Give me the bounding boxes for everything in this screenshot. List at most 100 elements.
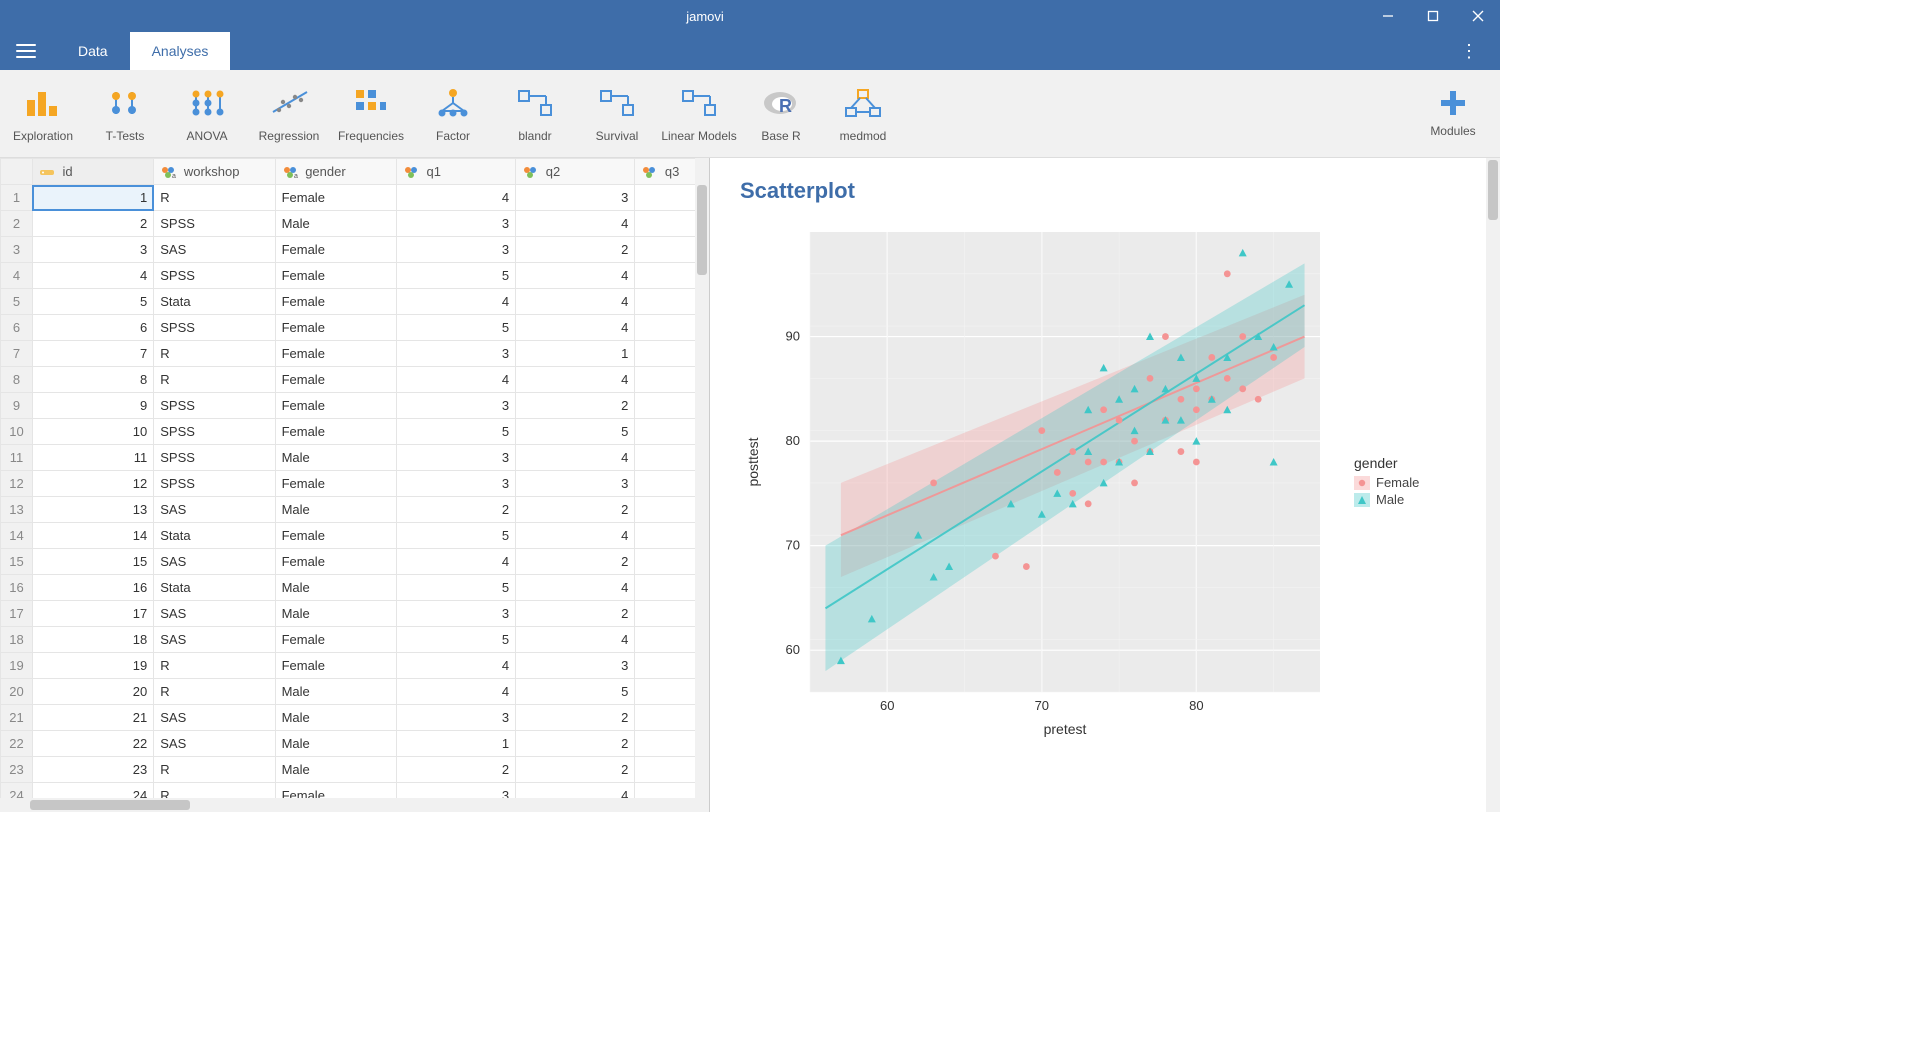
cell[interactable]: 4 [516,211,635,237]
cell[interactable]: Male [275,497,396,523]
cell[interactable]: 5 [516,679,635,705]
cell[interactable]: Male [275,679,396,705]
cell[interactable]: SAS [154,731,275,757]
row-number[interactable]: 6 [1,315,33,341]
table-row[interactable]: 22SPSSMale34 [1,211,710,237]
cell[interactable]: 19 [32,653,153,679]
cell[interactable]: 3 [396,211,515,237]
cell[interactable]: 3 [396,601,515,627]
cell[interactable]: 4 [32,263,153,289]
ribbon-blandr[interactable]: blandr [494,74,576,154]
row-number[interactable]: 10 [1,419,33,445]
cell[interactable]: Male [275,601,396,627]
row-number[interactable]: 2 [1,211,33,237]
cell[interactable]: 4 [516,783,635,799]
cell[interactable]: R [154,653,275,679]
cell[interactable]: 2 [516,549,635,575]
data-vertical-scrollbar[interactable] [695,158,709,812]
cell[interactable]: Female [275,549,396,575]
cell[interactable]: R [154,367,275,393]
cell[interactable]: 2 [396,497,515,523]
cell[interactable]: 3 [396,471,515,497]
cell[interactable]: Female [275,471,396,497]
cell[interactable]: 2 [516,757,635,783]
cell[interactable]: 4 [516,367,635,393]
window-maximize-button[interactable] [1410,0,1455,32]
cell[interactable]: 4 [516,315,635,341]
ribbon-base-r[interactable]: R Base R [740,74,822,154]
cell[interactable]: SPSS [154,211,275,237]
modules-button[interactable]: Modules [1418,74,1488,154]
table-row[interactable]: 44SPSSFemale54 [1,263,710,289]
table-row[interactable]: 33SASFemale32 [1,237,710,263]
ribbon-exploration[interactable]: Exploration [2,74,84,154]
cell[interactable]: 2 [516,705,635,731]
cell[interactable]: 2 [516,731,635,757]
cell[interactable]: 4 [516,523,635,549]
cell[interactable]: R [154,185,275,211]
row-number[interactable]: 12 [1,471,33,497]
row-number[interactable]: 18 [1,627,33,653]
data-horizontal-scrollbar[interactable] [0,798,709,812]
cell[interactable]: 4 [516,575,635,601]
cell[interactable]: 2 [516,497,635,523]
cell[interactable]: Female [275,185,396,211]
cell[interactable]: 3 [516,653,635,679]
table-row[interactable]: 1616StataMale54 [1,575,710,601]
cell[interactable]: 24 [32,783,153,799]
cell[interactable]: 4 [516,263,635,289]
cell[interactable]: Female [275,341,396,367]
row-number[interactable]: 20 [1,679,33,705]
cell[interactable]: 3 [32,237,153,263]
cell[interactable]: 15 [32,549,153,575]
cell[interactable]: SAS [154,627,275,653]
ribbon-factor[interactable]: Factor [412,74,494,154]
cell[interactable]: 4 [516,627,635,653]
table-row[interactable]: 99SPSSFemale32 [1,393,710,419]
ribbon-linear-models[interactable]: Linear Models [658,74,740,154]
cell[interactable]: 22 [32,731,153,757]
cell[interactable]: 12 [32,471,153,497]
cell[interactable]: Male [275,211,396,237]
cell[interactable]: 4 [396,289,515,315]
table-row[interactable]: 1515SASFemale42 [1,549,710,575]
cell[interactable]: SPSS [154,315,275,341]
table-row[interactable]: 1717SASMale32 [1,601,710,627]
cell[interactable]: Male [275,705,396,731]
column-header-q2[interactable]: q2 [516,159,635,185]
cell[interactable]: Male [275,445,396,471]
cell[interactable]: 3 [516,185,635,211]
table-row[interactable]: 11RFemale43 [1,185,710,211]
cell[interactable]: 10 [32,419,153,445]
ribbon-anova[interactable]: ANOVA [166,74,248,154]
cell[interactable]: 4 [396,367,515,393]
cell[interactable]: Male [275,757,396,783]
cell[interactable]: 4 [516,289,635,315]
table-row[interactable]: 2121SASMale32 [1,705,710,731]
cell[interactable]: 5 [396,419,515,445]
table-row[interactable]: 1919RFemale43 [1,653,710,679]
cell[interactable]: Female [275,393,396,419]
cell[interactable]: Female [275,289,396,315]
scatterplot[interactable]: 60708060708090pretestposttest [740,222,1340,742]
cell[interactable]: 7 [32,341,153,367]
cell[interactable]: 2 [396,757,515,783]
cell[interactable]: R [154,783,275,799]
cell[interactable]: Stata [154,289,275,315]
ribbon-survival[interactable]: Survival [576,74,658,154]
row-number[interactable]: 8 [1,367,33,393]
row-number[interactable]: 13 [1,497,33,523]
cell[interactable]: 2 [516,393,635,419]
cell[interactable]: 3 [396,705,515,731]
table-row[interactable]: 88RFemale44 [1,367,710,393]
cell[interactable]: SAS [154,497,275,523]
cell[interactable]: Male [275,575,396,601]
row-number[interactable]: 9 [1,393,33,419]
table-row[interactable]: 2424RFemale34 [1,783,710,799]
column-header-id[interactable]: id [32,159,153,185]
tab-analyses[interactable]: Analyses [130,32,231,70]
cell[interactable]: 5 [396,575,515,601]
cell[interactable]: 3 [396,341,515,367]
column-header-workshop[interactable]: a workshop [154,159,275,185]
cell[interactable]: 4 [396,549,515,575]
